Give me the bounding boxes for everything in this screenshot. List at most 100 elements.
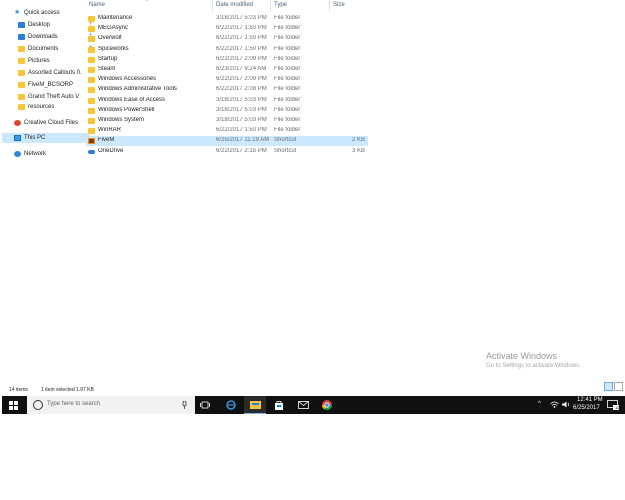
- file-name: Windows System: [98, 117, 145, 123]
- nav-item[interactable]: Network: [2, 149, 90, 159]
- nav-item[interactable]: ★ Quick access: [2, 8, 90, 18]
- search-placeholder: Type here to search: [47, 401, 101, 407]
- details-view-button[interactable]: [604, 382, 613, 391]
- start-button[interactable]: [2, 396, 24, 414]
- store-taskbar-button[interactable]: [268, 396, 290, 414]
- file-row[interactable]: Steam 6/23/2017 9:24 AM File folder: [86, 65, 368, 75]
- nav-item-label: Desktop: [28, 22, 51, 28]
- file-row[interactable]: Windows Ease of Access 3/18/2017 5:03 PM F…: [86, 96, 368, 106]
- nav-item[interactable]: Pictures†: [2, 56, 94, 66]
- item-count: 14 items: [9, 387, 28, 393]
- navigation-pane[interactable]: ★Quick access Desktop† Downloads† Documents…: [0, 0, 92, 384]
- action-center-button[interactable]: 12: [603, 396, 623, 414]
- folder-icon: [18, 104, 25, 110]
- column-header-type[interactable]: Type: [274, 2, 287, 8]
- file-row[interactable]: WinRAR 6/22/2017 1:50 PM File folder: [86, 126, 368, 136]
- network-icon: [14, 151, 21, 157]
- chrome-taskbar-button[interactable]: [316, 396, 338, 414]
- show-hidden-icons-chevron-icon[interactable]: ^: [538, 401, 541, 407]
- nav-item-label: FiveM_BCSORP: [28, 82, 74, 88]
- edge-icon: [226, 400, 236, 410]
- file-type: File folder: [274, 66, 301, 72]
- mail-icon: [297, 401, 309, 409]
- edge-taskbar-button[interactable]: [220, 396, 242, 414]
- file-name: Startup: [98, 55, 118, 62]
- activation-watermark-title: Activate Windows: [486, 351, 558, 361]
- desktop-icon: [18, 22, 25, 28]
- nav-item[interactable]: Documents†: [2, 44, 94, 54]
- volume-icon[interactable]: [562, 401, 571, 410]
- mail-taskbar-button[interactable]: [292, 396, 314, 414]
- file-row[interactable]: Windows Accessories 6/22/2017 2:09 PM File…: [86, 75, 368, 85]
- file-date: 6/25/2017 11:19 AM: [216, 137, 270, 144]
- file-row[interactable]: Maintenance 3/18/2017 5:03 PM File folder: [86, 14, 368, 24]
- nav-item-label: resources: [28, 104, 55, 110]
- folder-icon: [88, 77, 95, 84]
- file-date: 6/22/2017 1:50 PM: [216, 35, 267, 42]
- nav-item[interactable]: Creative Cloud Files: [2, 118, 90, 128]
- nav-item[interactable]: Desktop †: [2, 20, 94, 30]
- column-divider[interactable]: [212, 0, 213, 12]
- file-row[interactable]: Spiceworks 6/22/2017 1:50 PM File folder: [86, 45, 368, 55]
- file-name: Windows Administrative Tools: [98, 86, 177, 93]
- clock-date[interactable]: 6/25/2017: [573, 405, 600, 411]
- column-header-size[interactable]: Size: [333, 2, 345, 8]
- taskbar: Type here to search ^ 12:41 PM 6/25/2017…: [2, 396, 625, 414]
- nav-item[interactable]: This PC: [2, 133, 90, 143]
- file-type: File folder: [274, 117, 301, 123]
- onedrive-icon: [88, 149, 95, 154]
- status-bar: 14 items 1 item selected 1.97 KB: [0, 384, 625, 396]
- microphone-icon[interactable]: [182, 401, 187, 409]
- nav-item-label: Creative Cloud Files: [24, 120, 79, 126]
- file-row[interactable]: Startup 6/22/2017 2:09 PM File folder: [86, 55, 368, 65]
- file-name: Steam: [98, 66, 116, 72]
- taskbar-search-box[interactable]: Type here to search: [27, 396, 195, 414]
- file-row[interactable]: MEGAsync 6/22/2017 1:50 PM File folder: [86, 24, 368, 34]
- file-date: 3/18/2017 5:03 PM: [216, 106, 267, 113]
- file-row[interactable]: FiveM 6/25/2017 11:19 AM Shortcut 2 KB: [86, 136, 368, 147]
- nav-item[interactable]: Assorted Callouts 0.: [2, 68, 94, 78]
- folder-icon: [88, 97, 95, 104]
- file-row[interactable]: Windows PowerShell 3/18/2017 5:03 PM File …: [86, 106, 368, 116]
- nav-item[interactable]: Grand Theft Auto V: [2, 92, 94, 102]
- store-bag-icon: [275, 401, 283, 410]
- column-header-name[interactable]: Name: [89, 2, 105, 8]
- file-date: 6/23/2017 9:24 AM: [216, 66, 267, 72]
- folder-icon: [18, 70, 25, 76]
- file-type: File folder: [274, 25, 301, 32]
- file-explorer-icon: [249, 401, 261, 409]
- clock-time[interactable]: 12:41 PM: [577, 397, 603, 403]
- file-row[interactable]: Overwolf 6/22/2017 1:50 PM File folder: [86, 34, 368, 44]
- network-wifi-icon[interactable]: [550, 401, 559, 410]
- file-type: File folder: [274, 15, 301, 21]
- notification-count: 12: [615, 405, 620, 410]
- nav-item[interactable]: Downloads†: [2, 32, 94, 42]
- fivem-icon: [88, 138, 95, 145]
- task-view-button[interactable]: [194, 396, 216, 414]
- column-divider[interactable]: [329, 0, 330, 12]
- file-date: 3/18/2017 5:03 PM: [216, 117, 267, 123]
- file-date: 6/22/2017 1:50 PM: [216, 25, 267, 32]
- file-explorer-taskbar-button[interactable]: [244, 396, 266, 414]
- file-name: MEGAsync: [98, 25, 129, 32]
- column-header-date[interactable]: Date modified: [216, 2, 253, 8]
- task-view-icon: [200, 401, 210, 409]
- folder-icon: [88, 67, 95, 73]
- file-size: 3 KB: [351, 147, 365, 154]
- nav-item[interactable]: resources: [2, 102, 94, 112]
- file-row[interactable]: Windows Administrative Tools 6/22/2017 2:…: [86, 85, 368, 95]
- folder-icon: [88, 87, 95, 94]
- large-icons-view-button[interactable]: [614, 382, 623, 391]
- file-type: File folder: [274, 106, 301, 113]
- pictures-icon: [18, 58, 25, 64]
- folder-icon: [18, 94, 25, 100]
- file-row[interactable]: Windows System 3/18/2017 5:03 PM File fold…: [86, 116, 368, 126]
- file-date: 6/22/2017 2:08 PM: [216, 86, 267, 93]
- column-divider[interactable]: [270, 0, 271, 12]
- file-date: 6/22/2017 2:15 PM: [216, 147, 267, 154]
- nav-item[interactable]: FiveM_BCSORP: [2, 80, 94, 90]
- file-row[interactable]: OneDrive 6/22/2017 2:15 PM Shortcut 3 KB: [86, 147, 368, 157]
- folder-icon: [88, 36, 95, 43]
- file-type: File folder: [274, 76, 301, 83]
- download-icon: [18, 34, 25, 40]
